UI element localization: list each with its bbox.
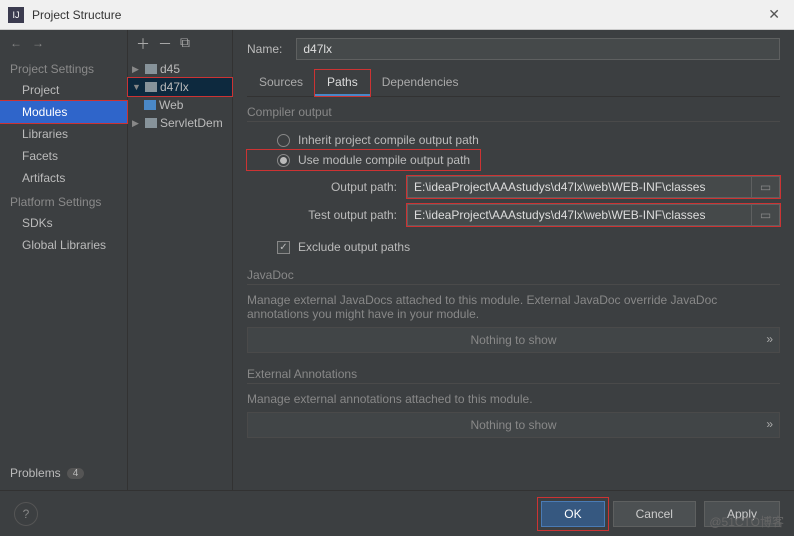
watermark: @51CTO博客: [709, 513, 784, 530]
expand-icon[interactable]: »: [766, 332, 773, 346]
chevron-down-icon: ▼: [132, 82, 142, 92]
app-logo-icon: IJ: [8, 7, 24, 23]
annotations-empty: Nothing to show »: [247, 412, 780, 438]
javadoc-description: Manage external JavaDocs attached to thi…: [247, 293, 780, 321]
folder-icon: [145, 82, 157, 92]
add-module-icon[interactable]: ＋: [136, 34, 150, 54]
titlebar: IJ Project Structure ✕: [0, 0, 794, 30]
tree-item-servletdemo[interactable]: ▶ ServletDem: [128, 114, 232, 132]
tab-dependencies[interactable]: Dependencies: [370, 70, 471, 96]
radio-inherit[interactable]: Inherit project compile output path: [247, 130, 780, 150]
annotations-label: External Annotations: [247, 367, 780, 384]
section-project-settings: Project Settings: [0, 56, 127, 79]
settings-sidebar: ← → Project Settings Project Modules Lib…: [0, 30, 128, 490]
window-title: Project Structure: [32, 8, 762, 22]
sidebar-item-sdks[interactable]: SDKs: [0, 212, 127, 234]
checkbox-checked-icon: ✓: [277, 241, 290, 254]
sidebar-item-global-libraries[interactable]: Global Libraries: [0, 234, 127, 256]
browse-test-output-icon[interactable]: ▭: [752, 204, 780, 226]
problems-count-badge: 4: [67, 468, 85, 479]
javadoc-empty: Nothing to show »: [247, 327, 780, 353]
name-label: Name:: [247, 42, 282, 56]
radio-use-module[interactable]: Use module compile output path: [247, 150, 480, 170]
test-output-path-label: Test output path:: [247, 208, 397, 222]
exclude-output-checkbox[interactable]: ✓ Exclude output paths: [247, 232, 780, 262]
ok-button[interactable]: OK: [541, 501, 604, 527]
tree-item-web[interactable]: Web: [128, 96, 232, 114]
folder-icon: [145, 64, 157, 74]
sidebar-item-problems[interactable]: Problems 4: [0, 456, 127, 490]
problems-label: Problems: [10, 466, 61, 480]
sidebar-item-project[interactable]: Project: [0, 79, 127, 101]
annotations-description: Manage external annotations attached to …: [247, 392, 780, 406]
tab-sources[interactable]: Sources: [247, 70, 315, 96]
output-path-label: Output path:: [247, 180, 397, 194]
radio-checked-icon: [277, 154, 290, 167]
section-platform-settings: Platform Settings: [0, 189, 127, 212]
nav-forward-icon[interactable]: →: [32, 36, 44, 50]
module-name-input[interactable]: [296, 38, 780, 60]
tabs: Sources Paths Dependencies: [247, 70, 780, 97]
nav-back-icon[interactable]: ←: [10, 36, 22, 50]
browse-output-icon[interactable]: ▭: [752, 176, 780, 198]
output-path-input[interactable]: [407, 176, 752, 198]
web-icon: [144, 100, 156, 110]
footer: ? OK Cancel Apply: [0, 490, 794, 536]
chevron-right-icon: ▶: [132, 64, 142, 75]
tree-item-d45[interactable]: ▶ d45: [128, 60, 232, 78]
sidebar-item-modules[interactable]: Modules: [0, 101, 127, 123]
main-panel: Name: Sources Paths Dependencies Compile…: [233, 30, 794, 490]
close-icon[interactable]: ✕: [762, 6, 786, 23]
radio-icon: [277, 134, 290, 147]
copy-module-icon[interactable]: ⧉: [180, 34, 190, 54]
cancel-button[interactable]: Cancel: [613, 501, 696, 527]
folder-icon: [145, 118, 157, 128]
sidebar-item-facets[interactable]: Facets: [0, 145, 127, 167]
sidebar-item-artifacts[interactable]: Artifacts: [0, 167, 127, 189]
remove-module-icon[interactable]: －: [158, 34, 172, 54]
module-tree-panel: ＋ － ⧉ ▶ d45 ▼ d47lx Web ▶ ServletDem: [128, 30, 233, 490]
tab-paths[interactable]: Paths: [315, 70, 370, 96]
help-button[interactable]: ?: [14, 502, 38, 526]
sidebar-item-libraries[interactable]: Libraries: [0, 123, 127, 145]
javadoc-label: JavaDoc: [247, 268, 780, 285]
test-output-path-input[interactable]: [407, 204, 752, 226]
tree-item-d47lx[interactable]: ▼ d47lx: [128, 78, 232, 96]
compiler-output-label: Compiler output: [247, 105, 780, 122]
expand-icon[interactable]: »: [766, 417, 773, 431]
chevron-right-icon: ▶: [132, 118, 142, 129]
